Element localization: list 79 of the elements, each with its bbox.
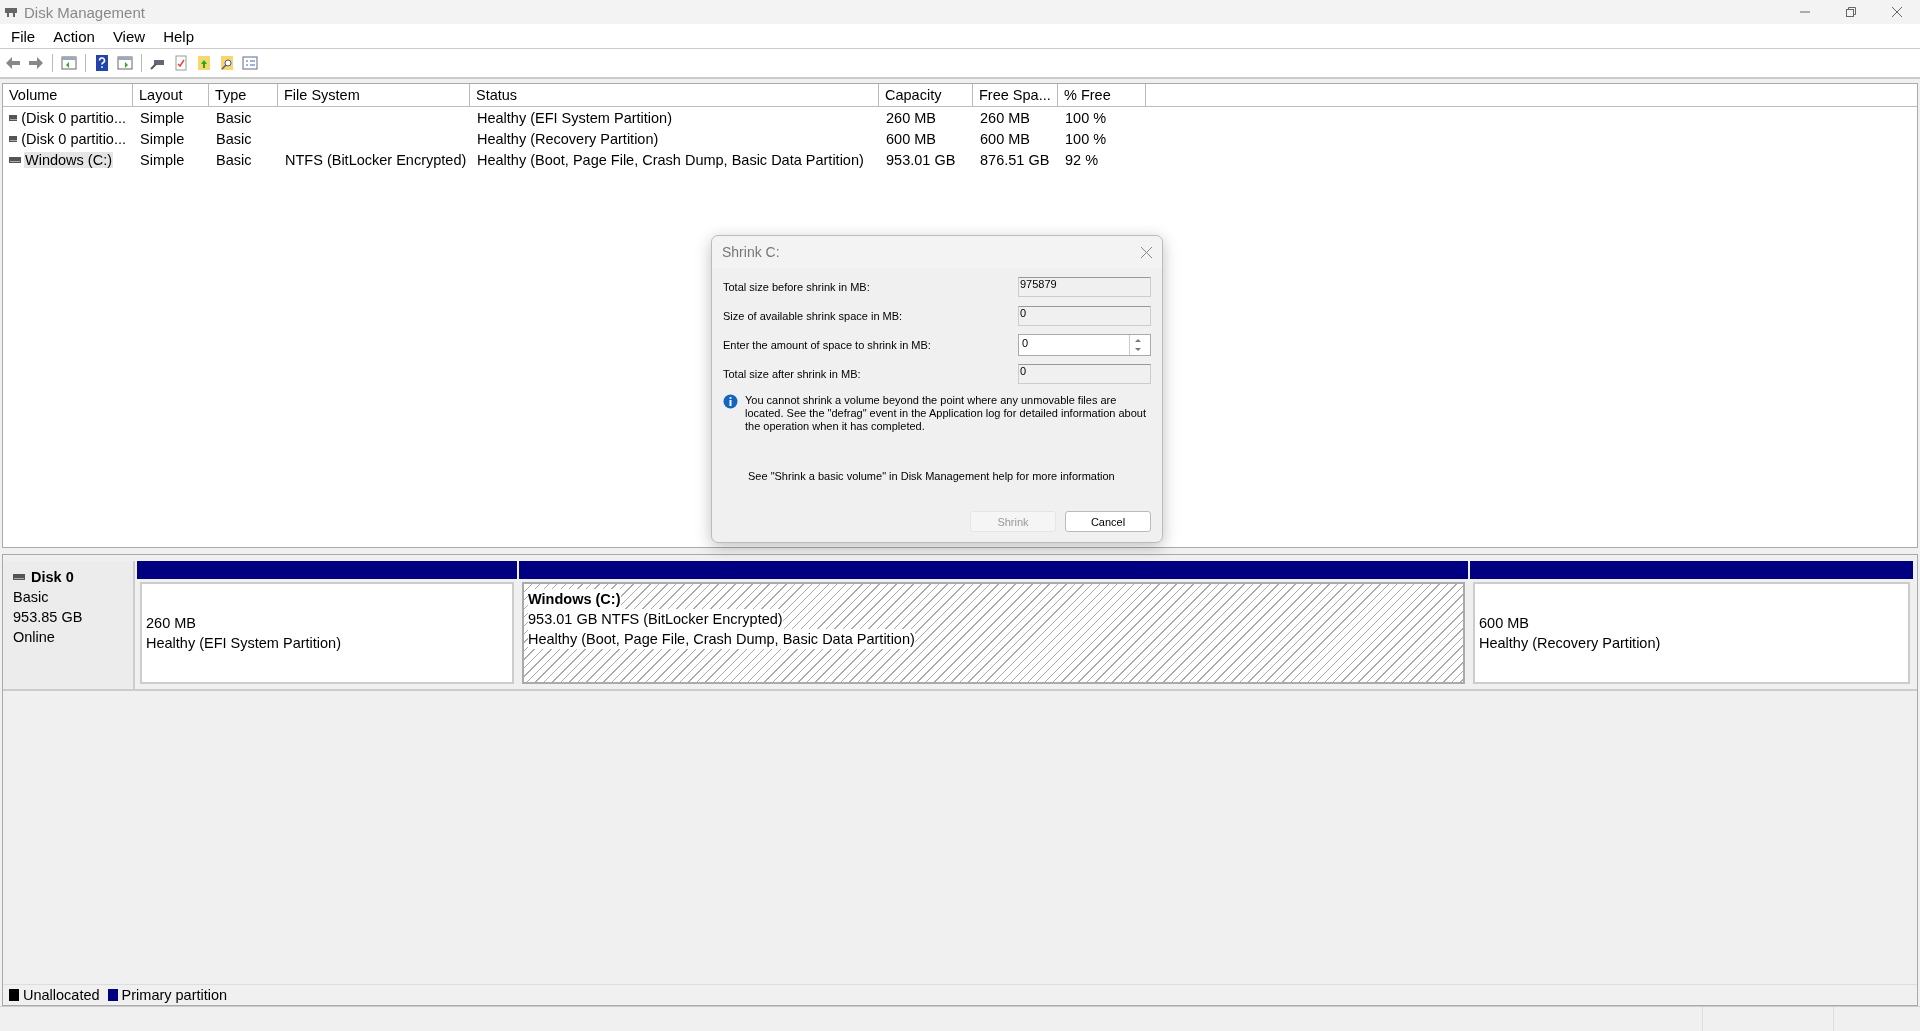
partition-size: 260 MB (146, 614, 196, 633)
column-header[interactable]: Free Spa... (973, 84, 1058, 106)
disk-size: 953.85 GB (13, 608, 84, 627)
drive-icon (13, 574, 25, 580)
restore-icon[interactable] (1846, 7, 1856, 17)
partition-status: Healthy (EFI System Partition) (146, 634, 341, 653)
dialog-title: Shrink C: (722, 244, 780, 260)
menu-item[interactable]: Action (44, 27, 104, 45)
table-cell: 600 MB (979, 130, 1031, 147)
dialog-button[interactable]: Cancel (1065, 511, 1151, 532)
close-icon[interactable] (1141, 246, 1152, 258)
info-message: You cannot shrink a volume beyond the point where any unmovable files are located. See the "defrag" event in the Application log for detailed information about the operation when it has completed. (745, 394, 1148, 433)
help-icon[interactable] (93, 54, 111, 72)
table-cell: Simple (139, 109, 186, 126)
partition-block[interactable]: Windows (C:) 953.01 GB NTFS (BitLocker Encrypted) Healthy (Boot, Page File, Crash Dump, Basic Data Partition) (522, 582, 1465, 684)
table-cell: Healthy (Boot, Page File, Crash Dump, Basic Data Partition) (476, 151, 865, 168)
drive-icon (9, 156, 21, 163)
field-label: Total size after shrink in MB: (723, 368, 861, 380)
table-cell: 260 MB (979, 109, 1031, 126)
legend-label: Primary partition (121, 987, 228, 1003)
drive-icon (9, 114, 18, 121)
partition-name: Windows (C:) (528, 589, 621, 609)
table-cell: Basic (215, 151, 253, 168)
checklist-icon[interactable] (172, 54, 190, 72)
legend-label: Unallocated (23, 987, 100, 1003)
menu-item[interactable]: Help (154, 27, 203, 45)
field-label: Enter the amount of space to shrink in MB: (723, 339, 931, 351)
table-cell: Basic (215, 109, 253, 126)
table-cell: NTFS (BitLocker Encrypted) (284, 151, 468, 168)
partition-block[interactable]: 600 MB Healthy (Recovery Partition) (1473, 582, 1910, 684)
table-cell: 953.01 GB (885, 151, 957, 168)
volume-name[interactable]: (Disk 0 partitio... (20, 109, 127, 126)
readonly-field: 0 (1018, 364, 1151, 384)
column-header[interactable]: Layout (133, 84, 209, 106)
menu-item[interactable]: File (2, 27, 45, 45)
partition-size: 953.01 GB NTFS (BitLocker Encrypted) (528, 609, 783, 629)
field-label: Size of available shrink space in MB: (723, 310, 903, 322)
field-label: Total size before shrink in MB: (723, 281, 870, 293)
table-cell: 600 MB (885, 130, 937, 147)
close-icon[interactable] (1892, 7, 1902, 17)
volume-name[interactable]: Windows (C:) (24, 151, 113, 168)
partition-status: Healthy (Recovery Partition) (1479, 634, 1661, 653)
table-cell: Healthy (Recovery Partition) (476, 130, 660, 147)
table-cell: 92 % (1064, 151, 1100, 168)
info-icon (723, 394, 738, 409)
table-cell: Basic (215, 130, 253, 147)
forward-arrow-icon[interactable] (27, 54, 45, 72)
disk-name: Disk 0 (13, 567, 123, 587)
help-message: See "Shrink a basic volume" in Disk Management help for more information (748, 470, 1116, 482)
table-cell: 260 MB (885, 109, 937, 126)
table-cell: Healthy (EFI System Partition) (476, 109, 673, 126)
table-cell: Simple (139, 130, 186, 147)
readonly-field: 0 (1018, 306, 1151, 326)
menu-item[interactable]: View (103, 27, 155, 45)
column-header[interactable]: % Free (1058, 84, 1146, 106)
readonly-field: 975879 (1018, 277, 1151, 297)
volume-name[interactable]: (Disk 0 partitio... (20, 130, 127, 147)
table-cell: 876.51 GB (979, 151, 1051, 168)
column-header[interactable]: Capacity (879, 84, 973, 106)
folder-search-icon[interactable] (218, 54, 236, 72)
window-title: Disk Management (24, 3, 145, 21)
table-cell: 100 % (1064, 109, 1108, 126)
column-header[interactable]: Volume (3, 84, 133, 106)
table-cell: Simple (139, 151, 186, 168)
console-tree-icon[interactable] (60, 54, 78, 72)
partition-status: Healthy (Boot, Page File, Crash Dump, Basic Data Partition) (528, 629, 915, 649)
disk-status: Online (13, 628, 56, 647)
partition-block[interactable]: 260 MB Healthy (EFI System Partition) (140, 582, 514, 684)
column-header[interactable]: File System (278, 84, 470, 106)
action-pane-icon[interactable] (116, 54, 134, 72)
column-header[interactable]: Type (209, 84, 278, 106)
app-icon (4, 6, 18, 18)
partition-size: 600 MB (1479, 614, 1529, 633)
table-cell: 100 % (1064, 130, 1108, 147)
spin-field[interactable]: 0 (1018, 334, 1151, 356)
column-header[interactable]: Status (470, 84, 879, 106)
disk-type: Basic (13, 588, 50, 607)
properties-list-icon[interactable] (241, 54, 259, 72)
drive-icon (9, 135, 18, 142)
